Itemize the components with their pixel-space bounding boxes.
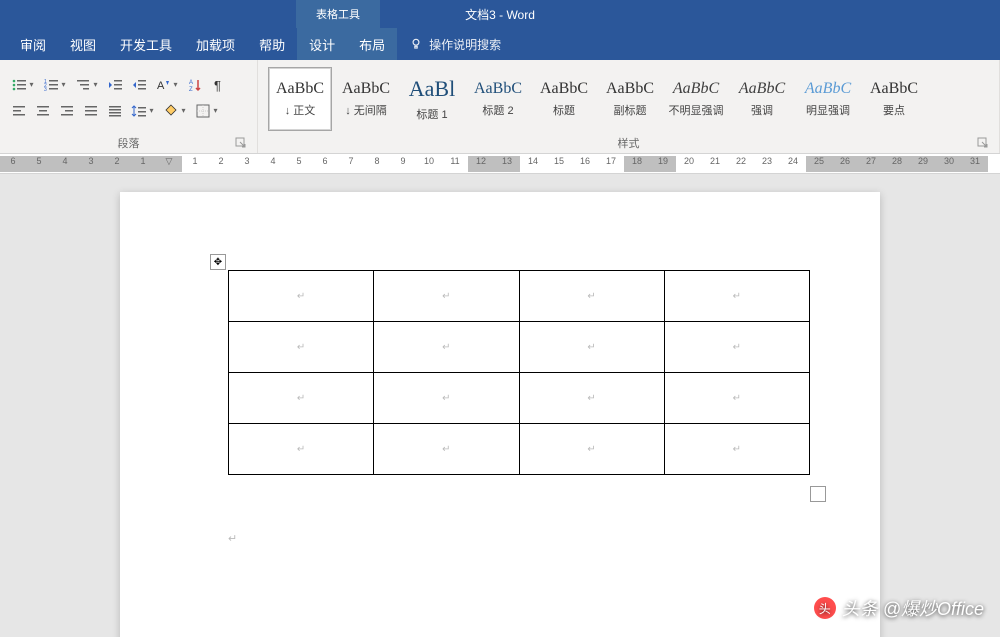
tab-view[interactable]: 视图: [58, 28, 108, 60]
table-cell[interactable]: ↵: [519, 373, 664, 424]
lightbulb-icon: [409, 37, 423, 51]
style-item-7[interactable]: AaBbC强调: [730, 67, 794, 131]
table-move-handle[interactable]: ✥: [210, 254, 226, 270]
svg-text:A: A: [157, 80, 165, 92]
style-item-4[interactable]: AaBbC标题: [532, 67, 596, 131]
style-item-6[interactable]: AaBbC不明显强调: [664, 67, 728, 131]
multilevel-list-button[interactable]: ▾: [72, 74, 102, 96]
svg-text:¶: ¶: [214, 78, 221, 93]
style-item-3[interactable]: AaBbC标题 2: [466, 67, 530, 131]
ribbon-body: ▾ 123▾ ▾ A▾ AZ ¶ ▾ ▾ ▾: [0, 60, 1000, 154]
svg-text:3: 3: [44, 87, 47, 93]
group-paragraph: ▾ 123▾ ▾ A▾ AZ ¶ ▾ ▾ ▾: [0, 60, 258, 153]
justify-button[interactable]: [80, 100, 102, 122]
table-cell[interactable]: ↵: [664, 424, 809, 475]
table-cell[interactable]: ↵: [664, 322, 809, 373]
page: ✥ ↵↵↵↵↵↵↵↵↵↵↵↵↵↵↵↵ ↵: [120, 192, 880, 637]
tab-addins[interactable]: 加载项: [184, 28, 247, 60]
table-cell[interactable]: ↵: [519, 271, 664, 322]
svg-text:Z: Z: [189, 87, 193, 93]
tell-me-search[interactable]: 操作说明搜索: [409, 36, 501, 53]
line-spacing-button[interactable]: ▾: [128, 100, 158, 122]
style-item-0[interactable]: AaBbC↓ 正文: [268, 67, 332, 131]
style-item-9[interactable]: AaBbC要点: [862, 67, 926, 131]
group-styles: AaBbC↓ 正文AaBbC↓ 无间隔AaBl标题 1AaBbC标题 2AaBb…: [258, 60, 1000, 153]
table-cell[interactable]: ↵: [229, 322, 374, 373]
increase-indent-button[interactable]: [128, 74, 150, 96]
table-cell[interactable]: ↵: [229, 373, 374, 424]
styles-gallery[interactable]: AaBbC↓ 正文AaBbC↓ 无间隔AaBl标题 1AaBbC标题 2AaBb…: [266, 65, 928, 133]
table-resize-handle[interactable]: [810, 486, 826, 502]
document-table[interactable]: ↵↵↵↵↵↵↵↵↵↵↵↵↵↵↵↵: [228, 270, 810, 475]
align-right-button[interactable]: [56, 100, 78, 122]
ribbon-tabs: 审阅 视图 开发工具 加载项 帮助 设计 布局 操作说明搜索: [0, 28, 1000, 60]
styles-dialog-launcher[interactable]: [977, 137, 991, 151]
contextual-tab-table-tools: 表格工具: [296, 0, 380, 28]
tab-design[interactable]: 设计: [297, 28, 347, 60]
paragraph-mark: ↵: [228, 532, 237, 545]
table-cell[interactable]: ↵: [374, 271, 519, 322]
title-bar: 表格工具 文档3 - Word: [0, 0, 1000, 28]
toutiao-logo-icon: 头: [814, 597, 836, 619]
bullets-button[interactable]: ▾: [8, 74, 38, 96]
tab-layout[interactable]: 布局: [347, 28, 397, 60]
shading-button[interactable]: ▾: [160, 100, 190, 122]
paragraph-dialog-launcher[interactable]: [235, 137, 249, 151]
table-cell[interactable]: ↵: [374, 322, 519, 373]
style-item-5[interactable]: AaBbC副标题: [598, 67, 662, 131]
style-item-1[interactable]: AaBbC↓ 无间隔: [334, 67, 398, 131]
watermark: 头 头条 @爆炒Office: [814, 595, 984, 621]
table-cell[interactable]: ↵: [374, 373, 519, 424]
sort-button[interactable]: AZ: [184, 74, 206, 96]
numbering-button[interactable]: 123▾: [40, 74, 70, 96]
decrease-indent-button[interactable]: [104, 74, 126, 96]
table-cell[interactable]: ↵: [519, 322, 664, 373]
table-cell[interactable]: ↵: [519, 424, 664, 475]
borders-button[interactable]: ▾: [192, 100, 222, 122]
distribute-button[interactable]: [104, 100, 126, 122]
show-marks-button[interactable]: ¶: [208, 74, 230, 96]
align-center-button[interactable]: [32, 100, 54, 122]
asian-layout-button[interactable]: A▾: [152, 74, 182, 96]
align-left-button[interactable]: [8, 100, 30, 122]
style-item-8[interactable]: AaBbC明显强调: [796, 67, 860, 131]
table-cell[interactable]: ↵: [229, 424, 374, 475]
horizontal-ruler[interactable]: 654321▽123456789101112131415161718192021…: [0, 154, 1000, 174]
table-cell[interactable]: ↵: [664, 271, 809, 322]
style-item-2[interactable]: AaBl标题 1: [400, 67, 464, 131]
svg-text:A: A: [189, 80, 193, 86]
document-area[interactable]: ✥ ↵↵↵↵↵↵↵↵↵↵↵↵↵↵↵↵ ↵: [0, 174, 1000, 637]
tab-help[interactable]: 帮助: [247, 28, 297, 60]
table-cell[interactable]: ↵: [229, 271, 374, 322]
table-cell[interactable]: ↵: [374, 424, 519, 475]
window-title: 文档3 - Word: [465, 6, 535, 23]
tab-developer[interactable]: 开发工具: [108, 28, 184, 60]
table-cell[interactable]: ↵: [664, 373, 809, 424]
tab-review[interactable]: 审阅: [8, 28, 58, 60]
